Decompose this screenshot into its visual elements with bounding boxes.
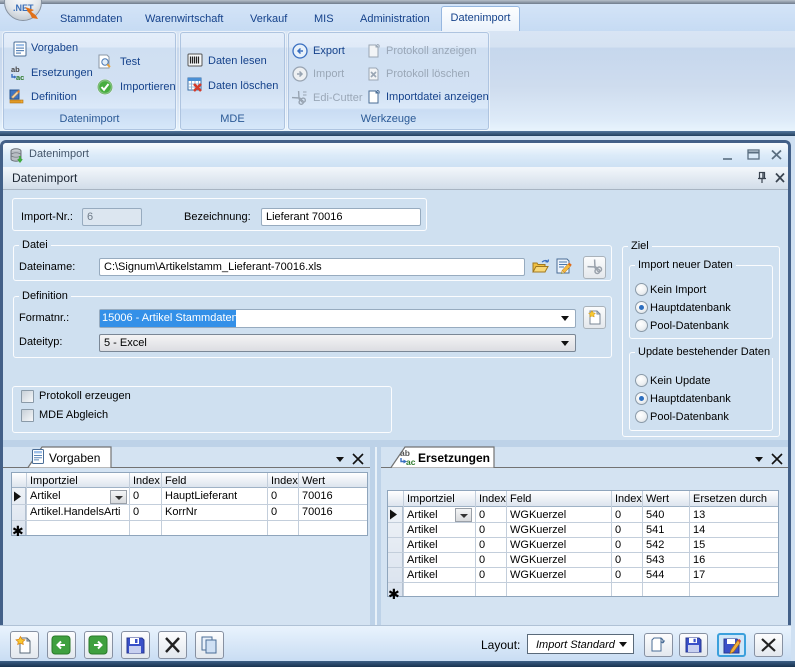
svg-text:ac: ac xyxy=(406,457,416,466)
svg-text:ac: ac xyxy=(16,73,24,81)
